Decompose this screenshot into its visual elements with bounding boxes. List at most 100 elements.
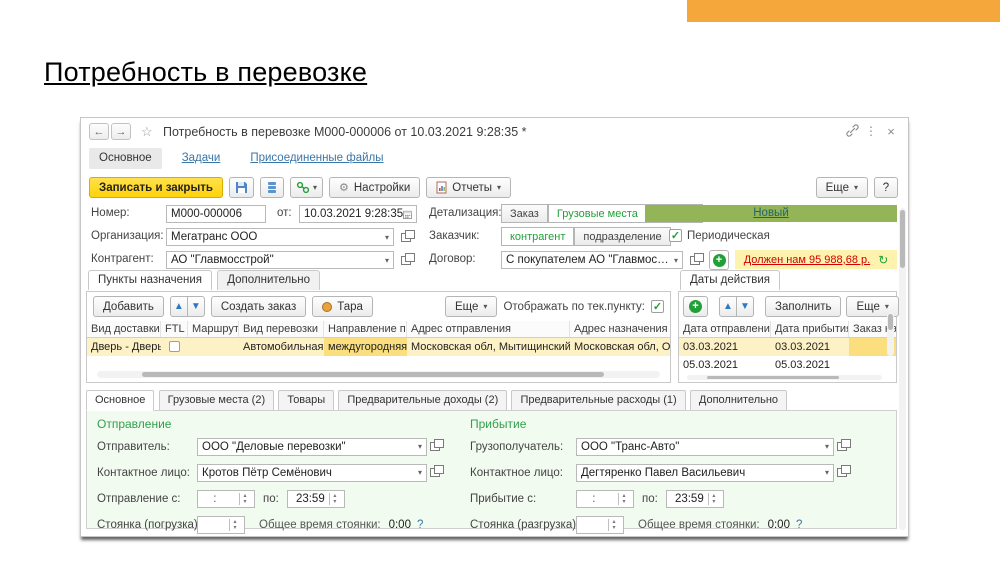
periodic-checkbox[interactable]: ✓	[669, 229, 682, 242]
scroll-thumb[interactable]	[888, 314, 893, 330]
organization-open-button[interactable]	[398, 228, 414, 246]
receiver-open-button[interactable]	[834, 438, 850, 456]
reports-button[interactable]: Отчеты ▾	[426, 177, 511, 198]
spinner[interactable]: ▴▾	[239, 493, 250, 505]
receiver-field[interactable]: ООО "Транс-Авто"▾	[576, 438, 834, 456]
refresh-icon[interactable]: ↻	[878, 253, 888, 267]
ftl-checkbox[interactable]	[169, 341, 180, 352]
tab-detail-dohody[interactable]: Предварительные доходы (2)	[338, 390, 507, 411]
departure-to-field[interactable]: 23:59▴▾	[287, 490, 345, 508]
get-link-icon[interactable]	[846, 124, 860, 137]
spinner[interactable]: ▴▾	[329, 493, 340, 505]
move-up-button[interactable]: ▲	[170, 296, 188, 317]
settings-button[interactable]: ⚙ Настройки	[329, 177, 420, 198]
spinner[interactable]: ▴▾	[708, 493, 719, 505]
create-order-button[interactable]: Создать заказ	[211, 296, 306, 317]
destinations-hscrollbar[interactable]	[97, 371, 660, 378]
destinations-more-button[interactable]: Еще▾	[445, 296, 497, 317]
favorite-star-icon[interactable]: ☆	[141, 124, 153, 140]
sender-field[interactable]: ООО "Деловые перевозки"▾	[197, 438, 427, 456]
add-contract-button[interactable]: +	[709, 250, 729, 270]
dropdown-icon[interactable]: ▾	[670, 256, 678, 265]
detail-option-gruzovye-mesta[interactable]: Грузовые места	[548, 204, 647, 223]
tab-attached-files[interactable]: Присоединенные файлы	[240, 148, 393, 169]
tab-detail-tovary[interactable]: Товары	[278, 390, 334, 411]
create-based-on-button[interactable]: ▾	[290, 177, 323, 198]
help-button[interactable]: ?	[874, 177, 898, 198]
tab-daty-deystviya[interactable]: Даты действия	[680, 270, 780, 290]
arrival-contact-open-button[interactable]	[834, 464, 850, 482]
arrival-contact-field[interactable]: Дегтяренко Павел Васильевич▾	[576, 464, 834, 482]
col-from-address[interactable]: Адрес отправления	[407, 321, 570, 337]
add-date-button[interactable]: +	[683, 296, 708, 317]
arrival-from-field[interactable]: :▴▾	[576, 490, 634, 508]
departure-contact-open-button[interactable]	[427, 464, 443, 482]
move-down-button[interactable]: ▼	[187, 296, 205, 317]
tab-punkty-naznacheniya[interactable]: Пункты назначения	[88, 270, 212, 290]
dropdown-icon[interactable]: ▾	[414, 442, 422, 451]
contract-field[interactable]: С покупателем АО "Главмосстрой" в рублях…	[501, 251, 683, 269]
tab-detail-dopolnitelno[interactable]: Дополнительно	[690, 390, 787, 411]
tab-detail-gruzovye-mesta[interactable]: Грузовые места (2)	[159, 390, 275, 411]
col-departure-date[interactable]: Дата отправления	[679, 321, 771, 337]
dates-vscrollbar[interactable]	[887, 312, 894, 356]
window-vscrollbar[interactable]	[899, 208, 906, 530]
more-menu-icon[interactable]: ⋮	[864, 124, 878, 138]
dropdown-icon[interactable]: ▾	[821, 442, 829, 451]
more-button[interactable]: Еще▾	[816, 177, 868, 198]
back-button[interactable]: ←	[89, 123, 109, 140]
dropdown-icon[interactable]: ▾	[381, 233, 389, 242]
contract-open-button[interactable]	[687, 251, 703, 269]
spinner[interactable]: ▴▾	[608, 519, 619, 531]
dropdown-icon[interactable]: ▾	[381, 256, 389, 265]
save-close-button[interactable]: Записать и закрыть	[89, 177, 223, 198]
show-by-point-checkbox[interactable]: ✓	[651, 300, 664, 313]
date-row[interactable]: 03.03.2021 03.03.2021	[679, 338, 896, 356]
tab-zadachi[interactable]: Задачи	[172, 148, 231, 169]
dates-hscrollbar[interactable]	[687, 375, 882, 380]
departure-contact-field[interactable]: Кротов Пётр Семёнович▾	[197, 464, 427, 482]
col-transport-type[interactable]: Вид перевозки	[239, 321, 324, 337]
col-direction[interactable]: Направление п...	[324, 321, 407, 337]
number-field[interactable]: М000-000006	[166, 205, 266, 223]
organization-field[interactable]: Мегатранс ООО▾	[166, 228, 394, 246]
tab-detail-rashody[interactable]: Предварительные расходы (1)	[511, 390, 685, 411]
col-to-address[interactable]: Адрес назначения	[570, 321, 670, 337]
tab-detail-osnovnoe[interactable]: Основное	[86, 390, 154, 411]
col-ftl[interactable]: FTL	[161, 321, 188, 337]
scroll-thumb[interactable]	[900, 210, 905, 268]
customer-option-podrazdelenie[interactable]: подразделение	[574, 227, 670, 246]
date-row[interactable]: 05.03.2021 05.03.2021	[679, 356, 896, 374]
spinner[interactable]: ▴▾	[229, 519, 240, 531]
date-down-button[interactable]: ▼	[736, 296, 754, 317]
fill-button[interactable]: Заполнить	[765, 296, 841, 317]
dropdown-icon[interactable]: ▾	[821, 468, 829, 477]
contractor-field[interactable]: АО "Главмосстрой"▾	[166, 251, 394, 269]
unloading-parking-field[interactable]: ▴▾	[576, 516, 624, 534]
help-question-link[interactable]: ?	[417, 519, 423, 531]
register-records-button[interactable]	[260, 177, 284, 198]
date-field[interactable]: 10.03.2021 9:28:35	[299, 205, 417, 223]
col-delivery-type[interactable]: Вид доставки	[87, 321, 161, 337]
forward-button[interactable]: →	[111, 123, 131, 140]
date-up-button[interactable]: ▲	[719, 296, 737, 317]
tara-button[interactable]: Тара	[312, 296, 373, 317]
customer-option-kontragent[interactable]: контрагент	[501, 227, 574, 246]
debt-link[interactable]: Должен нам 95 988,68 р.	[744, 254, 870, 266]
departure-from-field[interactable]: :▴▾	[197, 490, 255, 508]
loading-parking-field[interactable]: ▴▾	[197, 516, 245, 534]
contractor-open-button[interactable]	[398, 251, 414, 269]
tab-dopolnitelno[interactable]: Дополнительно	[217, 270, 320, 290]
detail-option-zakaz[interactable]: Заказ	[501, 204, 548, 223]
sender-open-button[interactable]	[427, 438, 443, 456]
col-route[interactable]: Маршрут	[188, 321, 239, 337]
col-arrival-date[interactable]: Дата прибытия	[771, 321, 849, 337]
arrival-to-field[interactable]: 23:59▴▾	[666, 490, 724, 508]
close-icon[interactable]: ×	[884, 124, 898, 139]
add-row-button[interactable]: Добавить	[93, 296, 164, 317]
scroll-thumb[interactable]	[707, 376, 840, 379]
help-question-link[interactable]: ?	[796, 519, 802, 531]
status-new-link[interactable]: Новый	[645, 205, 897, 222]
destination-row[interactable]: Дверь - Дверь Автомобильная... междугоро…	[87, 338, 670, 356]
spinner[interactable]: ▴▾	[618, 493, 629, 505]
